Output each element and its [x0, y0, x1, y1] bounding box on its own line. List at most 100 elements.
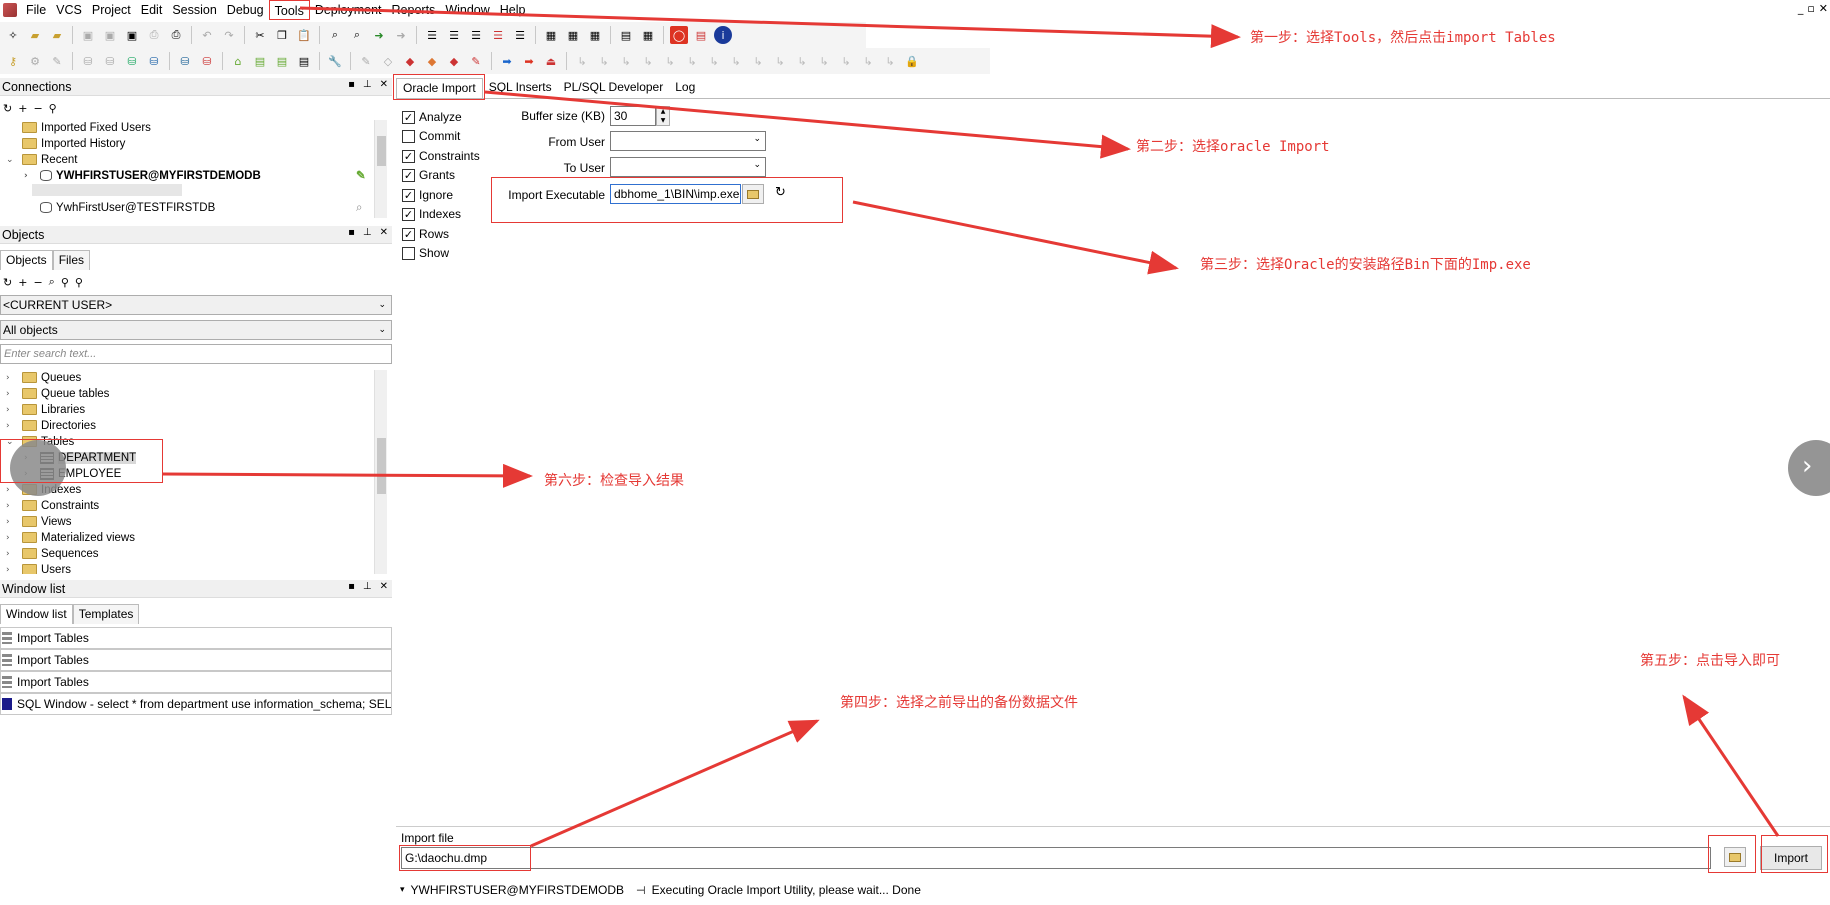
object-browser-icon[interactable]: ⌂	[229, 52, 247, 70]
chevron-down-icon[interactable]: ▾	[400, 885, 405, 895]
refresh-icon[interactable]: ↻	[3, 102, 12, 115]
list-item[interactable]: Import Tables	[0, 671, 392, 693]
minimize-icon[interactable]: _	[1798, 2, 1804, 15]
step-7-icon[interactable]: ↳	[705, 52, 723, 70]
print-icon[interactable]: ⎙	[145, 26, 163, 44]
arrow-right-blue-icon[interactable]: ➡	[498, 52, 516, 70]
find-icon[interactable]: ⌕	[49, 275, 55, 289]
tree-item[interactable]: › Directories	[0, 418, 372, 434]
tab-objects[interactable]: Objects	[0, 250, 53, 270]
scrollbar[interactable]	[374, 370, 387, 574]
tab-log[interactable]: Log	[669, 78, 701, 98]
wrench-icon[interactable]: 🔧	[326, 52, 344, 70]
menu-file[interactable]: File	[21, 0, 51, 20]
indexes-checkbox[interactable]: ✓ Indexes	[402, 206, 461, 222]
indent-icon[interactable]: ☰	[423, 26, 441, 44]
refresh-icon[interactable]: ↻	[3, 276, 12, 289]
settings-icon[interactable]: ⚙	[26, 52, 44, 70]
chevron-right-icon[interactable]: ›	[24, 168, 28, 184]
list-item[interactable]: Import Tables	[0, 649, 392, 671]
list-item[interactable]: Imported History	[0, 136, 370, 152]
filter-icon[interactable]: ⚲	[49, 102, 57, 115]
arrange-icon[interactable]: ▦	[586, 26, 604, 44]
copy-icon[interactable]: ❐	[273, 26, 291, 44]
restore-icon[interactable]: ▫	[1807, 2, 1814, 15]
sql-window-icon[interactable]: ⛁	[123, 52, 141, 70]
undo-icon[interactable]: ↶	[198, 26, 216, 44]
remove-icon[interactable]: −	[33, 102, 42, 115]
cut-icon[interactable]: ✂	[251, 26, 269, 44]
pin-icon[interactable]: ▪	[348, 581, 355, 592]
new-icon[interactable]: ✧	[4, 26, 22, 44]
print-setup-icon[interactable]: ⎙	[167, 26, 185, 44]
step-8-icon[interactable]: ↳	[727, 52, 745, 70]
step-3-icon[interactable]: ↳	[617, 52, 635, 70]
list-item[interactable]: ⌄ Recent	[0, 152, 370, 168]
menu-tools[interactable]: Tools	[268, 0, 310, 20]
window-icon[interactable]: ▤	[617, 26, 635, 44]
arrow-right-red-icon[interactable]: ➡	[520, 52, 538, 70]
chevron-right-icon[interactable]: ›	[6, 482, 10, 498]
dock-icon[interactable]: ⊥	[363, 227, 372, 238]
info-icon[interactable]: i	[714, 26, 732, 44]
db-icon[interactable]: ⛁	[79, 52, 97, 70]
tree-item[interactable]: › Libraries	[0, 402, 372, 418]
pin-icon[interactable]: ▪	[348, 227, 355, 238]
menu-help[interactable]: Help	[495, 0, 531, 20]
cube-orange-icon[interactable]: ◆	[423, 52, 441, 70]
tree-item[interactable]: › Queues	[0, 370, 372, 386]
step-4-icon[interactable]: ↳	[639, 52, 657, 70]
buffer-size-input[interactable]: 30	[610, 106, 656, 126]
chevron-right-icon[interactable]: ›	[6, 530, 10, 546]
tab-window-list[interactable]: Window list	[0, 604, 73, 624]
step-1-icon[interactable]: ↳	[573, 52, 591, 70]
tile-icon[interactable]: ▦	[542, 26, 560, 44]
cascade-icon[interactable]: ▦	[564, 26, 582, 44]
step-11-icon[interactable]: ↳	[793, 52, 811, 70]
cube-multi-icon[interactable]: ◆	[445, 52, 463, 70]
step-6-icon[interactable]: ↳	[683, 52, 701, 70]
export-icon[interactable]: ▤	[295, 52, 313, 70]
lock-icon[interactable]: 🔒	[903, 52, 921, 70]
list-item[interactable]: Imported Fixed Users	[0, 120, 370, 136]
tab-plsql-developer[interactable]: PL/SQL Developer	[558, 78, 670, 98]
step-2-icon[interactable]: ↳	[595, 52, 613, 70]
goto-icon[interactable]: ➜	[370, 26, 388, 44]
pin-icon[interactable]: ▪	[348, 79, 355, 90]
chevron-right-icon[interactable]: ›	[6, 546, 10, 562]
chart-icon[interactable]: ▤	[273, 52, 291, 70]
filter-edit-icon[interactable]: ⚲	[75, 276, 83, 289]
oracle-icon[interactable]: ◯	[670, 26, 688, 44]
add-icon[interactable]: +	[18, 102, 27, 115]
menu-edit[interactable]: Edit	[136, 0, 168, 20]
filter-icon[interactable]: ⚲	[61, 276, 69, 289]
redo-icon[interactable]: ↷	[220, 26, 238, 44]
list-item[interactable]: YwhFirstUser@TESTFIRSTDB ⌕	[0, 200, 370, 216]
dock-icon[interactable]: ⊥	[363, 79, 372, 90]
paste-icon[interactable]: 📋	[295, 26, 313, 44]
list-item[interactable]: › YWHFIRSTUSER@MYFIRSTDEMODB ✎	[0, 168, 370, 184]
menu-reports[interactable]: Reports	[387, 0, 441, 20]
close-icon[interactable]: ✕	[1819, 2, 1828, 15]
tree-item[interactable]: › Constraints	[0, 498, 372, 514]
command-window-icon[interactable]: ⛁	[145, 52, 163, 70]
scrollbar[interactable]	[374, 120, 387, 218]
user-select[interactable]: <CURRENT USER> ⌄	[0, 295, 392, 315]
menu-deployment[interactable]: Deployment	[310, 0, 387, 20]
menu-window[interactable]: Window	[440, 0, 494, 20]
object-search-input[interactable]: Enter search text...	[0, 344, 392, 364]
step-14-icon[interactable]: ↳	[859, 52, 877, 70]
from-user-select[interactable]: ⌄	[610, 131, 766, 151]
outdent-icon[interactable]: ☰	[445, 26, 463, 44]
open-icon[interactable]: ▰	[26, 26, 44, 44]
uncomment-icon[interactable]: ☰	[489, 26, 507, 44]
step-15-icon[interactable]: ↳	[881, 52, 899, 70]
menu-project[interactable]: Project	[87, 0, 136, 20]
chevron-right-icon[interactable]: ›	[6, 370, 10, 386]
tree-item[interactable]: › Sequences	[0, 546, 372, 562]
list-item[interactable]: SQL Window - select * from department us…	[0, 693, 392, 715]
tab-sql-inserts[interactable]: SQL Inserts	[483, 78, 558, 98]
import-file-input[interactable]: G:\daochu.dmp	[401, 847, 1711, 869]
tree-item[interactable]: › Queue tables	[0, 386, 372, 402]
close-pane-icon[interactable]: ✕	[380, 581, 388, 592]
